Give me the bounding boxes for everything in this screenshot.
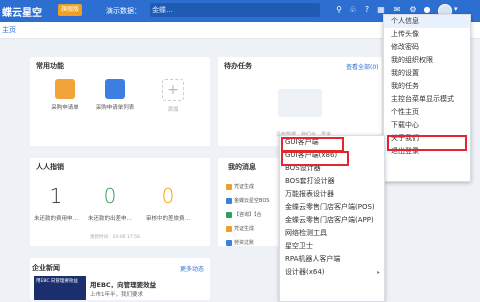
- menu-item-my-settings[interactable]: 我的设置: [384, 67, 470, 80]
- plus-icon: +: [162, 79, 184, 101]
- news-headline[interactable]: 用EBC，向管理要效益: [90, 279, 156, 289]
- list-item[interactable]: 金蝶云星空BOS: [226, 197, 281, 206]
- pending-tasks-card: 待办任务 查看全部(0) 没有数据，我们会…再来: [218, 57, 382, 146]
- message-icon: [226, 226, 232, 232]
- menu-item-personal-info[interactable]: 个人信息: [384, 15, 470, 28]
- account-select[interactable]: [150, 3, 320, 17]
- list-item[interactable]: 【咨询】【合: [226, 211, 281, 220]
- message-icon: [226, 198, 232, 204]
- menu-item-personal-home[interactable]: 个性主页: [384, 106, 470, 119]
- stat-label: 审核中的差旅费…: [145, 216, 190, 222]
- message-icon: [226, 184, 232, 190]
- person-index-card: 人人指销 1 0 0 未还款的费用申… 未还款的出差申… 审核中的差旅费… 更新…: [30, 158, 210, 246]
- chevron-right-icon: ▸: [376, 269, 380, 276]
- stat-value[interactable]: 1: [26, 184, 86, 208]
- list-item[interactable]: 凭证生成: [226, 225, 281, 234]
- document-icon: [55, 79, 75, 99]
- stat-label: 未还款的费用申…: [33, 216, 78, 222]
- search-icon[interactable]: ⚲: [334, 5, 344, 15]
- card-title: 我的消息: [228, 163, 256, 171]
- message-icon: [226, 212, 232, 218]
- view-all-link[interactable]: 查看全部(0): [346, 62, 379, 71]
- menu-item-guard[interactable]: 星空卫士: [280, 240, 384, 253]
- menu-item-bos-print-designer[interactable]: BOS套打设计器: [280, 175, 384, 188]
- highlight-download-center: [387, 135, 467, 151]
- menu-item-report-designer[interactable]: 万能报表设计器: [280, 188, 384, 201]
- account-value: 金蝶…: [152, 6, 173, 14]
- menu-item-console-mode[interactable]: 主控台菜单显示模式: [384, 93, 470, 106]
- news-thumbnail[interactable]: 用EBC 向管理要效益: [34, 276, 86, 300]
- tab-home[interactable]: 主页: [2, 25, 16, 35]
- menu-item-rpa-client[interactable]: RPA机器人客户端: [280, 253, 384, 266]
- list-item[interactable]: 劳资过账: [226, 239, 281, 248]
- highlight-gui-client: [281, 137, 344, 152]
- card-title: 人人指销: [36, 163, 64, 171]
- menu-item-org-permissions[interactable]: 我的组织权限: [384, 54, 470, 67]
- card-title: 待办任务: [224, 62, 252, 70]
- common-functions-card: 常用功能 采购申请单 采购申请单列表 + 添加: [30, 57, 210, 146]
- brand-logo: 蝶云星空: [2, 8, 42, 19]
- menu-item-network-tool[interactable]: 网络检测工具: [280, 227, 384, 240]
- menu-item-retail-pos[interactable]: 金蝶云零售门店客户端(POS): [280, 201, 384, 214]
- menu-item-my-tasks[interactable]: 我的任务: [384, 80, 470, 93]
- list-item[interactable]: 凭证生成: [226, 183, 281, 192]
- card-title: 企业新闻: [32, 264, 60, 272]
- menu-item-retail-app[interactable]: 金蝶云零售门店客户端(APP): [280, 214, 384, 227]
- enterprise-news-card: 企业新闻 更多动态 用EBC 向管理要效益 用EBC，向管理要效益 上市1年半，…: [30, 258, 210, 300]
- bell-icon[interactable]: ♧: [348, 5, 358, 15]
- news-summary: 上市1年半，我们要求: [90, 292, 143, 298]
- menu-item-change-password[interactable]: 修改密码: [384, 41, 470, 54]
- menu-item-label: 设计器(x64): [285, 268, 325, 276]
- message-icon: [226, 240, 232, 246]
- stat-value[interactable]: 0: [138, 184, 198, 208]
- user-menu: 个人信息 上传头像 修改密码 我的组织权限 我的设置 我的任务 主控台菜单显示模…: [383, 14, 471, 182]
- func-item-add[interactable]: + 添加: [148, 79, 198, 113]
- highlight-gui-client-x86: [281, 151, 349, 166]
- card-title: 常用功能: [36, 62, 64, 70]
- more-news-link[interactable]: 更多动态: [180, 264, 204, 273]
- menu-item-upload-avatar[interactable]: 上传头像: [384, 28, 470, 41]
- list-icon: [105, 79, 125, 99]
- help-icon[interactable]: ?: [362, 5, 372, 15]
- menu-item-download-center[interactable]: 下载中心: [384, 119, 470, 132]
- chevron-down-icon[interactable]: ▾: [454, 5, 458, 13]
- func-item-purchase-request[interactable]: 采购申请单: [40, 79, 90, 111]
- func-item-purchase-list[interactable]: 采购申请单列表: [90, 79, 140, 111]
- menu-item-designer-x64[interactable]: 设计器(x64) ▸: [280, 266, 384, 279]
- stat-value[interactable]: 0: [80, 184, 140, 208]
- edition-badge: 旗舰版: [58, 4, 83, 16]
- update-time: 更新时间：10-06 17:56: [90, 235, 140, 240]
- account-label: 演示数据：: [106, 7, 141, 15]
- stat-label: 未还款的出差申…: [87, 216, 132, 222]
- empty-illustration: [278, 89, 322, 117]
